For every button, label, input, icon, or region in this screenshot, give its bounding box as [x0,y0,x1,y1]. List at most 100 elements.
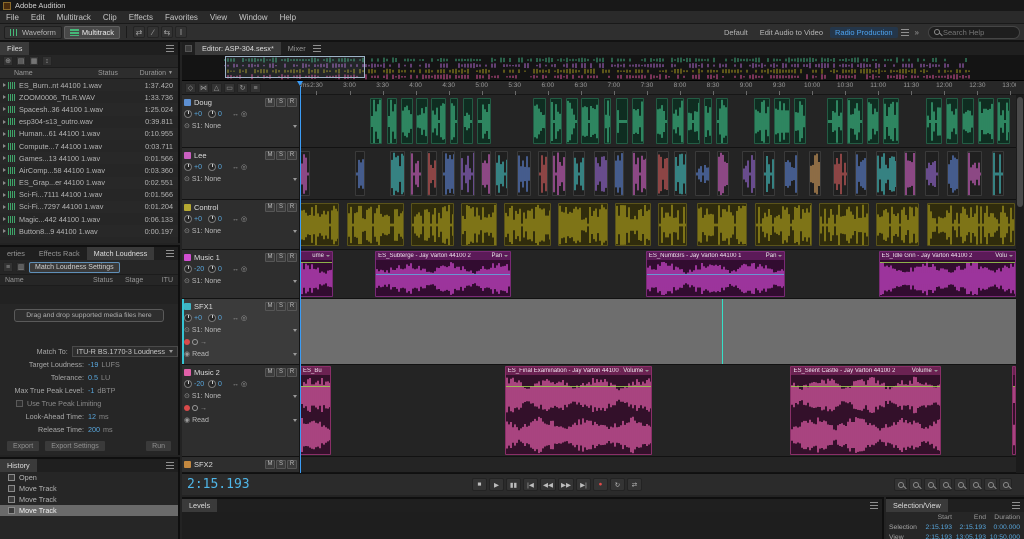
audio-clip[interactable]: ES_Numb3rs - Jay Varton 44100 1Pan [646,251,786,297]
audio-clip[interactable] [967,151,981,196]
goto-start-button[interactable]: |◀ [523,478,538,491]
audio-clip[interactable] [827,98,843,144]
audio-clip[interactable] [867,98,879,144]
file-row[interactable]: AirComp...58 44100 1.wav0:03.360 [0,164,178,176]
audio-clip[interactable]: ES_Idle Grin - Jay Varton 44100 2Volu [879,251,1016,297]
menu-clip[interactable]: Clip [97,13,123,22]
rewind-button[interactable]: ◀◀ [540,478,556,491]
workspace-default[interactable]: Default [719,27,753,38]
column-duration[interactable]: Duration▼ [134,70,178,77]
audio-clip[interactable] [657,151,669,196]
panel-menu-icon[interactable] [166,462,174,469]
expand-chevron-icon[interactable] [3,156,6,160]
effects-power-icon[interactable] [184,405,190,411]
arm-record-button[interactable]: R [287,368,297,377]
audio-clip[interactable] [450,98,458,144]
audio-clip[interactable] [517,151,531,196]
arm-record-button[interactable]: R [287,203,297,212]
audio-clip[interactable] [716,98,728,144]
file-row[interactable]: Sci-Fi...7297 44100 1.wav0:01.204 [0,201,178,213]
menu-file[interactable]: File [0,13,25,22]
workspace-edit-audio-to-video[interactable]: Edit Audio to Video [755,27,828,38]
arm-record-button[interactable]: R [287,460,297,469]
solo-button[interactable]: S [276,98,286,107]
clip-envelope-label[interactable]: Volume [912,368,932,374]
pan-knob[interactable] [208,110,216,118]
audio-clip[interactable] [370,98,382,144]
tab-history[interactable]: History [0,459,37,472]
audio-clip[interactable] [416,98,428,144]
audio-clip[interactable] [876,151,897,196]
history-item[interactable]: Open [0,472,178,483]
envelope-line[interactable] [647,274,785,275]
clip-envelope-label[interactable]: ume [312,253,324,259]
envelope-line[interactable] [376,274,510,275]
run-button[interactable]: Run [145,440,172,452]
field-value[interactable]: 0.5 [88,373,98,382]
razor-tool-icon[interactable]: ∕ [147,26,159,38]
meter-icon[interactable]: ▥ [16,262,26,272]
audio-clip[interactable] [926,98,942,144]
expand-chevron-icon[interactable] [3,193,6,197]
field-value[interactable]: 200 [88,425,100,434]
tab-selection-view[interactable]: Selection/View [886,499,948,512]
track-header[interactable]: SFX1MSR+00↔◎⊙S1: None→◉Read [182,299,300,364]
envelope-line[interactable] [1013,386,1015,387]
time-value[interactable]: 0:00.000 [988,524,1022,531]
audio-clip[interactable] [442,151,454,196]
audio-clip[interactable] [604,98,612,144]
envelope-line[interactable] [506,386,651,387]
menu-window[interactable]: Window [233,13,273,22]
audio-clip[interactable]: ES_Silent Castle - Jay Varton 44100 2Vol… [790,366,940,455]
audio-clip[interactable] [962,98,974,144]
clip-envelope-label[interactable]: Pan [766,253,777,259]
audio-clip[interactable] [978,98,994,144]
playhead-marker[interactable] [297,81,303,86]
mute-button[interactable]: M [265,368,275,377]
audio-clip[interactable] [387,98,397,144]
more-workspaces-icon[interactable]: » [912,28,922,37]
panel-menu-icon[interactable] [166,45,174,52]
track-lane[interactable] [300,148,1016,199]
audio-clip[interactable] [697,203,747,246]
file-row[interactable]: Compute...7 44100 1.wav0:03.711 [0,140,178,152]
audio-clip[interactable] [495,151,507,196]
clip-envelope-label[interactable]: Volume [623,368,643,374]
track-header[interactable]: SFX2MSR [182,457,300,472]
zoom-out-time-button[interactable] [954,478,967,491]
zoom-out-full-button[interactable] [894,478,907,491]
crossfade-icon[interactable]: ⋈ [198,83,209,93]
audio-clip[interactable] [566,98,578,144]
track-header[interactable]: Music 2MSR-200↔◎⊙S1: None→◉Read [182,365,300,456]
send-selector[interactable]: S1: None [192,327,291,334]
audio-clip[interactable] [355,151,365,196]
import-file-icon[interactable]: ⊕ [3,56,13,66]
audio-clip[interactable] [992,151,1004,196]
time-value[interactable]: 13:05.193 [954,534,988,539]
file-row[interactable]: Spacesh..36 44100 1.wav1:25.024 [0,103,178,115]
audio-clip[interactable] [504,203,551,246]
audio-clip[interactable]: ES_Subterge - Jay Varton 44100 2Pan [375,251,511,297]
menu-favorites[interactable]: Favorites [159,13,204,22]
audio-clip[interactable] [763,151,775,196]
audio-clip[interactable] [947,151,959,196]
tab-files[interactable]: Files [0,42,29,55]
history-item[interactable]: Move Track [0,505,178,516]
audio-clip[interactable] [794,98,806,144]
vertical-scrollbar[interactable] [1016,95,1024,473]
column-status[interactable]: Status [98,70,134,77]
volume-knob[interactable] [184,163,192,171]
audio-clip[interactable] [904,151,916,196]
send-selector[interactable]: S1: None [192,123,291,130]
pause-button[interactable]: ▮▮ [506,478,521,491]
list-icon[interactable]: ≡ [3,262,13,272]
arm-record-button[interactable]: R [287,98,297,107]
use-true-peak-checkbox[interactable] [16,400,23,407]
volume-knob[interactable] [184,380,192,388]
audio-clip[interactable] [481,151,491,196]
settings-icon[interactable]: ≡ [250,83,261,93]
audio-clip[interactable] [632,98,644,144]
expand-chevron-icon[interactable] [3,168,6,172]
audio-clip[interactable] [410,151,422,196]
tab-mixer[interactable]: Mixer [281,42,313,55]
